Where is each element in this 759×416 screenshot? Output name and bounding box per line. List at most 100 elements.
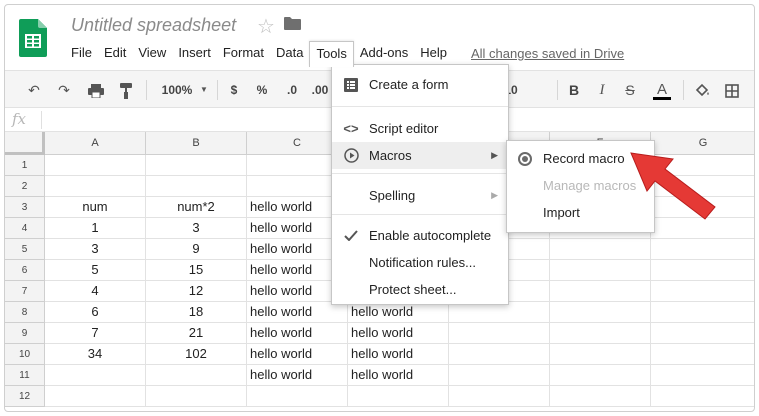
cell-f12[interactable]	[550, 386, 651, 407]
row-header[interactable]: 8	[5, 302, 45, 323]
cell-f8[interactable]	[550, 302, 651, 323]
undo-icon[interactable]: ↶	[21, 71, 47, 109]
cell-e12[interactable]	[449, 386, 550, 407]
cell-d9[interactable]: hello world	[348, 323, 449, 344]
cell-f10[interactable]	[550, 344, 651, 365]
bold-button[interactable]: B	[563, 71, 585, 109]
row-header[interactable]: 9	[5, 323, 45, 344]
cell-f7[interactable]	[550, 281, 651, 302]
paint-format-icon[interactable]	[113, 71, 139, 109]
cell-f5[interactable]	[550, 239, 651, 260]
row-header[interactable]: 5	[5, 239, 45, 260]
currency-format-button[interactable]: $	[223, 71, 245, 109]
cell-d8[interactable]: hello world	[348, 302, 449, 323]
borders-icon[interactable]	[721, 71, 743, 109]
cell-f9[interactable]	[550, 323, 651, 344]
cell-a7[interactable]: 4	[45, 281, 146, 302]
menu-tools[interactable]: Tools	[309, 41, 354, 67]
cell-f6[interactable]	[550, 260, 651, 281]
menu-format[interactable]: Format	[217, 41, 270, 65]
print-icon[interactable]	[83, 71, 109, 109]
sheets-logo-icon[interactable]	[19, 19, 47, 57]
cell-g8[interactable]	[651, 302, 754, 323]
menu-item-script-editor[interactable]: <> Script editor	[332, 115, 508, 142]
cell-a6[interactable]: 5	[45, 260, 146, 281]
fill-color-icon[interactable]	[691, 71, 713, 109]
cell-e11[interactable]	[449, 365, 550, 386]
row-header[interactable]: 10	[5, 344, 45, 365]
cell-c12[interactable]	[247, 386, 348, 407]
cell-b1[interactable]	[146, 155, 247, 176]
redo-icon[interactable]: ↷	[51, 71, 77, 109]
menu-add-ons[interactable]: Add-ons	[354, 41, 414, 65]
row-header[interactable]: 12	[5, 386, 45, 407]
cell-d12[interactable]	[348, 386, 449, 407]
document-title[interactable]: Untitled spreadsheet	[71, 15, 236, 36]
menu-item-protect-sheet[interactable]: Protect sheet...	[332, 276, 508, 303]
menu-item-spelling[interactable]: Spelling ▶	[332, 182, 508, 209]
cell-e10[interactable]	[449, 344, 550, 365]
menu-data[interactable]: Data	[270, 41, 309, 65]
cell-b12[interactable]	[146, 386, 247, 407]
percent-format-button[interactable]: %	[251, 71, 273, 109]
star-icon[interactable]: ☆	[257, 14, 275, 39]
cell-g7[interactable]	[651, 281, 754, 302]
cell-b11[interactable]	[146, 365, 247, 386]
folder-icon[interactable]	[284, 17, 301, 30]
strikethrough-button[interactable]: S	[619, 71, 641, 109]
cell-a9[interactable]: 7	[45, 323, 146, 344]
row-header[interactable]: 4	[5, 218, 45, 239]
save-status-link[interactable]: All changes saved in Drive	[471, 46, 624, 61]
zoom-dropdown-icon[interactable]: ▼	[199, 71, 209, 109]
cell-g11[interactable]	[651, 365, 754, 386]
cell-a5[interactable]: 3	[45, 239, 146, 260]
cell-g10[interactable]	[651, 344, 754, 365]
cell-g9[interactable]	[651, 323, 754, 344]
cell-g6[interactable]	[651, 260, 754, 281]
cell-a2[interactable]	[45, 176, 146, 197]
cell-a4[interactable]: 1	[45, 218, 146, 239]
cell-f11[interactable]	[550, 365, 651, 386]
cell-b10[interactable]: 102	[146, 344, 247, 365]
cell-b6[interactable]: 15	[146, 260, 247, 281]
cell-a12[interactable]	[45, 386, 146, 407]
menu-item-create-form[interactable]: Create a form	[332, 71, 508, 98]
menu-insert[interactable]: Insert	[172, 41, 217, 65]
row-header[interactable]: 3	[5, 197, 45, 218]
cell-b8[interactable]: 18	[146, 302, 247, 323]
menu-item-enable-autocomplete[interactable]: Enable autocomplete	[332, 222, 508, 249]
menu-item-notification-rules[interactable]: Notification rules...	[332, 249, 508, 276]
italic-button[interactable]: I	[591, 71, 613, 109]
zoom-select[interactable]: 100%	[155, 71, 199, 109]
row-header[interactable]: 11	[5, 365, 45, 386]
cell-b3[interactable]: num*2	[146, 197, 247, 218]
cell-b9[interactable]: 21	[146, 323, 247, 344]
menu-help[interactable]: Help	[414, 41, 453, 65]
menu-file[interactable]: File	[65, 41, 98, 65]
cell-b4[interactable]: 3	[146, 218, 247, 239]
decrease-decimals-button[interactable]: .0	[279, 71, 305, 109]
text-color-button[interactable]: A	[651, 71, 673, 109]
cell-a11[interactable]	[45, 365, 146, 386]
cell-b7[interactable]: 12	[146, 281, 247, 302]
row-header[interactable]: 6	[5, 260, 45, 281]
cell-c10[interactable]: hello world	[247, 344, 348, 365]
cell-g5[interactable]	[651, 239, 754, 260]
row-header[interactable]: 2	[5, 176, 45, 197]
cell-e9[interactable]	[449, 323, 550, 344]
menu-view[interactable]: View	[132, 41, 172, 65]
row-header[interactable]: 1	[5, 155, 45, 176]
row-header[interactable]: 7	[5, 281, 45, 302]
cell-d10[interactable]: hello world	[348, 344, 449, 365]
column-header-b[interactable]: B	[146, 132, 247, 155]
cell-c8[interactable]: hello world	[247, 302, 348, 323]
cell-b5[interactable]: 9	[146, 239, 247, 260]
cell-c11[interactable]: hello world	[247, 365, 348, 386]
column-header-a[interactable]: A	[45, 132, 146, 155]
menu-edit[interactable]: Edit	[98, 41, 132, 65]
menu-item-macros[interactable]: Macros ▶	[332, 142, 508, 169]
cell-a8[interactable]: 6	[45, 302, 146, 323]
cell-b2[interactable]	[146, 176, 247, 197]
cell-a1[interactable]	[45, 155, 146, 176]
cell-a3[interactable]: num	[45, 197, 146, 218]
